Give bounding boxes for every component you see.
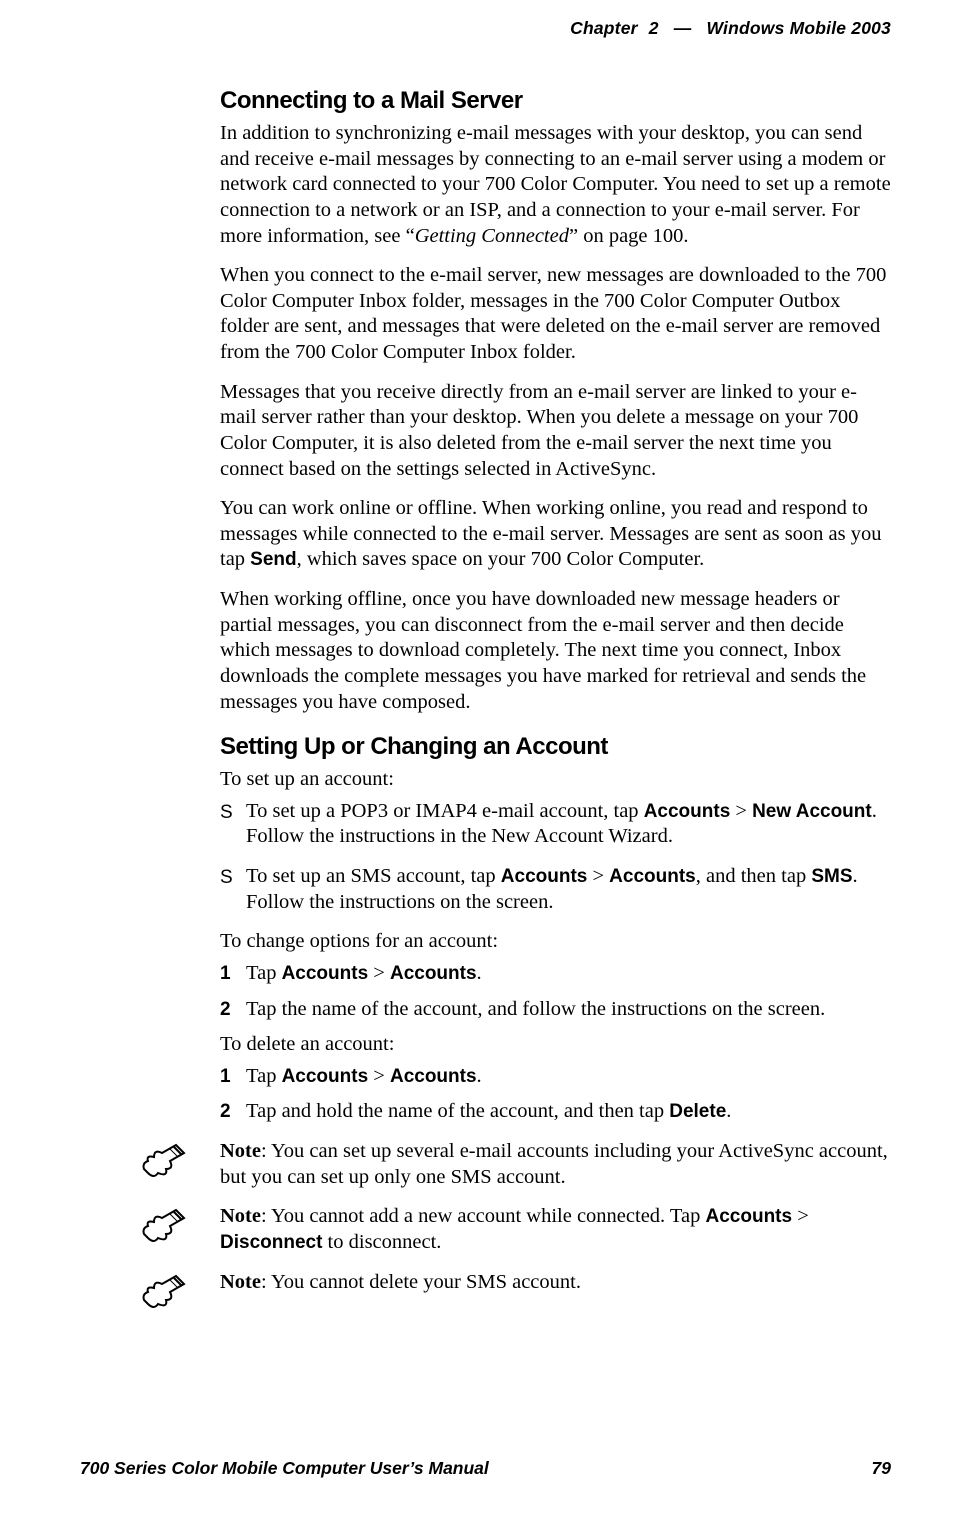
header-chapter-num: 2 (643, 18, 659, 38)
text: Tap the name of the account, and follow … (246, 998, 825, 1020)
note-icon (80, 1270, 220, 1312)
note-text: Note: You cannot delete your SMS account… (220, 1270, 891, 1296)
text: : You cannot delete your SMS account. (261, 1271, 581, 1293)
note-row: Note: You cannot delete your SMS account… (80, 1270, 891, 1312)
text: > (587, 865, 609, 887)
note-label: Note (220, 1271, 261, 1293)
footer: 700 Series Color Mobile Computer User’s … (80, 1458, 891, 1479)
text: Tap (246, 1065, 282, 1087)
text: > (368, 1065, 390, 1087)
text-bold: Accounts (609, 866, 696, 887)
text: To set up a POP3 or IMAP4 e-mail account… (246, 800, 644, 822)
ordered-list: Tap Accounts > Accounts. Tap the name of… (220, 961, 891, 1022)
text-bold: Send (250, 549, 296, 570)
text: Tap (246, 962, 282, 984)
text-bold: Accounts (390, 1066, 477, 1087)
text-bold: SMS (811, 866, 852, 887)
text: : You cannot add a new account while con… (261, 1205, 706, 1227)
ordered-list: Tap Accounts > Accounts. Tap and hold th… (220, 1064, 891, 1125)
header-title: Windows Mobile 2003 (706, 18, 891, 38)
heading-setting-up: Setting Up or Changing an Account (220, 733, 891, 761)
note-text: Note: You cannot add a new account while… (220, 1204, 891, 1255)
text-bold: New Account (752, 801, 872, 822)
text-bold: Accounts (282, 1066, 369, 1087)
text-bold: Delete (669, 1101, 726, 1122)
paragraph: Messages that you receive directly from … (220, 380, 891, 483)
intro-text: To delete an account: (220, 1032, 891, 1058)
note-row: Note: You can set up several e-mail acco… (80, 1139, 891, 1190)
text: > (792, 1205, 809, 1227)
text-italic: Getting Connected (415, 225, 569, 247)
text: , and then tap (696, 865, 812, 887)
text-bold: Accounts (390, 963, 477, 984)
paragraph: When you connect to the e-mail server, n… (220, 263, 891, 366)
note-icon (80, 1139, 220, 1181)
note-label: Note (220, 1205, 261, 1227)
list-item: To set up an SMS account, tap Accounts >… (220, 864, 891, 915)
heading-connecting: Connecting to a Mail Server (220, 87, 891, 115)
paragraph: You can work online or offline. When wor… (220, 496, 891, 573)
page: Chapter 2 — Windows Mobile 2003 Connecti… (0, 0, 971, 1519)
intro-text: To set up an account: (220, 767, 891, 793)
list-item: Tap Accounts > Accounts. (220, 961, 891, 987)
text: to disconnect. (322, 1231, 441, 1253)
text-bold: Accounts (501, 866, 588, 887)
pencil-hand-icon (140, 1270, 190, 1312)
intro-text: To change options for an account: (220, 929, 891, 955)
note-text: Note: You can set up several e-mail acco… (220, 1139, 891, 1190)
note-row: Note: You cannot add a new account while… (80, 1204, 891, 1255)
paragraph: In addition to synchronizing e-mail mess… (220, 121, 891, 249)
note-icon (80, 1204, 220, 1246)
text: : You can set up several e-mail accounts… (220, 1140, 888, 1188)
note-label: Note (220, 1140, 261, 1162)
header-chapter: Chapter (570, 18, 638, 38)
text: ” on page 100. (569, 225, 689, 247)
running-header: Chapter 2 — Windows Mobile 2003 (80, 18, 891, 39)
text-bold: Accounts (706, 1206, 793, 1227)
text: . (477, 962, 482, 984)
list-item: Tap Accounts > Accounts. (220, 1064, 891, 1090)
text-bold: Accounts (282, 963, 369, 984)
text-bold: Accounts (644, 801, 731, 822)
text: . (726, 1100, 731, 1122)
pencil-hand-icon (140, 1139, 190, 1181)
text-bold: Disconnect (220, 1232, 322, 1253)
pencil-hand-icon (140, 1204, 190, 1246)
text: . (477, 1065, 482, 1087)
list-item: Tap the name of the account, and follow … (220, 997, 891, 1023)
list-item: To set up a POP3 or IMAP4 e-mail account… (220, 799, 891, 850)
bullet-list: To set up a POP3 or IMAP4 e-mail account… (220, 799, 891, 916)
list-item: Tap and hold the name of the account, an… (220, 1099, 891, 1125)
footer-manual-title: 700 Series Color Mobile Computer User’s … (80, 1458, 489, 1479)
text: Tap and hold the name of the account, an… (246, 1100, 669, 1122)
text: > (730, 800, 752, 822)
text: To set up an SMS account, tap (246, 865, 501, 887)
text: , which saves space on your 700 Color Co… (297, 548, 705, 570)
header-dash: — (664, 18, 702, 38)
text: > (368, 962, 390, 984)
footer-page-number: 79 (872, 1458, 891, 1479)
content-column: Connecting to a Mail Server In addition … (220, 87, 891, 1125)
paragraph: When working offline, once you have down… (220, 587, 891, 715)
